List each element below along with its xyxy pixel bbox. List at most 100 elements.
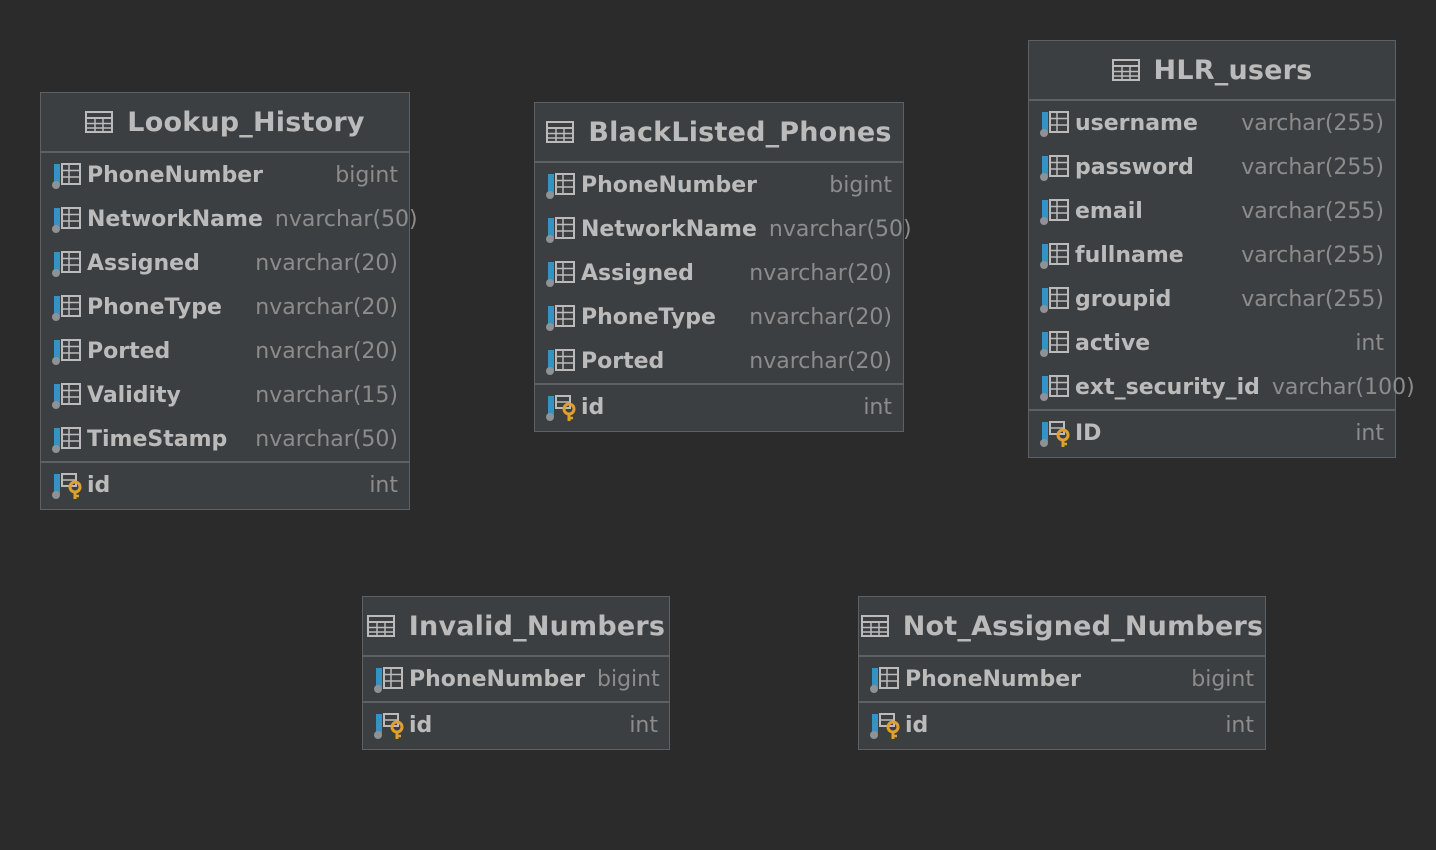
table-title: HLR_users bbox=[1153, 54, 1313, 86]
column-row[interactable]: email varchar(255) bbox=[1029, 189, 1395, 233]
column-icon bbox=[52, 163, 81, 189]
column-name: Ported bbox=[87, 338, 171, 364]
primary-key-row[interactable]: id int bbox=[41, 463, 409, 507]
column-list: PhoneNumber bigint bbox=[363, 657, 669, 701]
column-type: bigint bbox=[1191, 666, 1254, 692]
table-title: Invalid_Numbers bbox=[408, 610, 666, 642]
column-row[interactable]: PhoneNumber bigint bbox=[41, 153, 409, 197]
column-icon bbox=[546, 349, 575, 375]
column-name: Validity bbox=[87, 382, 181, 408]
column-type: int bbox=[629, 712, 658, 738]
table-icon bbox=[366, 615, 395, 637]
primary-key-row[interactable]: id int bbox=[535, 385, 903, 429]
column-name: NetworkName bbox=[87, 206, 263, 232]
table-header[interactable]: BlackListed_Phones bbox=[535, 103, 903, 163]
column-type: int bbox=[863, 394, 892, 420]
column-row[interactable]: Assigned nvarchar(20) bbox=[535, 251, 903, 295]
column-row[interactable]: Ported nvarchar(20) bbox=[41, 329, 409, 373]
column-type: nvarchar(20) bbox=[749, 260, 892, 286]
column-row[interactable]: username varchar(255) bbox=[1029, 101, 1395, 145]
column-icon bbox=[546, 305, 575, 331]
column-icon bbox=[546, 261, 575, 287]
primary-key-column-icon bbox=[870, 713, 900, 739]
table-hlr-users[interactable]: HLR_users username varchar(255) password… bbox=[1028, 40, 1415, 458]
table-title: Lookup_History bbox=[127, 106, 365, 138]
primary-key-row[interactable]: id int bbox=[859, 703, 1265, 747]
column-row[interactable]: Ported nvarchar(20) bbox=[535, 339, 903, 383]
column-name: id bbox=[905, 712, 929, 738]
column-type: int bbox=[1225, 712, 1254, 738]
column-row[interactable]: PhoneType nvarchar(20) bbox=[41, 285, 409, 329]
column-list: PhoneNumber bigint NetworkName nvarchar(… bbox=[535, 163, 912, 383]
column-type: int bbox=[369, 472, 398, 498]
column-icon bbox=[1040, 331, 1069, 357]
column-icon bbox=[1040, 243, 1069, 269]
table-header[interactable]: Not_Assigned_Numbers bbox=[859, 597, 1265, 657]
column-name: username bbox=[1075, 110, 1198, 136]
column-row[interactable]: ext_security_id varchar(100) bbox=[1029, 365, 1415, 409]
column-type: nvarchar(20) bbox=[255, 338, 398, 364]
column-icon bbox=[546, 217, 575, 243]
column-icon bbox=[52, 339, 81, 365]
column-icon bbox=[52, 427, 81, 453]
column-row[interactable]: groupid varchar(255) bbox=[1029, 277, 1395, 321]
column-row[interactable]: PhoneNumber bigint bbox=[535, 163, 903, 207]
column-row[interactable]: PhoneNumber bigint bbox=[363, 657, 669, 701]
column-type: nvarchar(15) bbox=[255, 382, 398, 408]
column-type: nvarchar(50) bbox=[768, 216, 912, 242]
column-row[interactable]: fullname varchar(255) bbox=[1029, 233, 1395, 277]
column-row[interactable]: NetworkName nvarchar(50) bbox=[41, 197, 418, 241]
column-type: int bbox=[1355, 420, 1384, 446]
column-type: varchar(255) bbox=[1241, 198, 1384, 224]
table-blacklisted-phones[interactable]: BlackListed_Phones PhoneNumber bigint Ne… bbox=[534, 102, 912, 432]
column-row[interactable]: PhoneNumber bigint bbox=[859, 657, 1265, 701]
primary-key-section: id int bbox=[535, 383, 903, 429]
column-name: Assigned bbox=[87, 250, 200, 276]
column-name: PhoneNumber bbox=[905, 666, 1081, 692]
column-name: NetworkName bbox=[581, 216, 757, 242]
table-icon bbox=[860, 615, 889, 637]
column-row[interactable]: NetworkName nvarchar(50) bbox=[535, 207, 912, 251]
column-name: id bbox=[409, 712, 433, 738]
column-name: email bbox=[1075, 198, 1143, 224]
column-row[interactable]: Assigned nvarchar(20) bbox=[41, 241, 409, 285]
primary-key-column-icon bbox=[1040, 421, 1070, 447]
column-list: username varchar(255) password varchar(2… bbox=[1029, 101, 1415, 409]
table-icon bbox=[1111, 59, 1140, 81]
primary-key-column-icon bbox=[52, 473, 82, 499]
column-list: PhoneNumber bigint NetworkName nvarchar(… bbox=[41, 153, 418, 461]
primary-key-section: id int bbox=[859, 701, 1265, 747]
column-type: nvarchar(50) bbox=[274, 206, 418, 232]
column-row[interactable]: Validity nvarchar(15) bbox=[41, 373, 409, 417]
table-header[interactable]: Lookup_History bbox=[41, 93, 409, 153]
column-type: varchar(255) bbox=[1241, 154, 1384, 180]
column-row[interactable]: password varchar(255) bbox=[1029, 145, 1395, 189]
column-name: PhoneNumber bbox=[87, 162, 263, 188]
column-name: id bbox=[581, 394, 605, 420]
table-title: Not_Assigned_Numbers bbox=[902, 610, 1264, 642]
column-type: varchar(255) bbox=[1241, 110, 1384, 136]
column-type: varchar(255) bbox=[1241, 242, 1384, 268]
column-name: Ported bbox=[581, 348, 665, 374]
column-name: password bbox=[1075, 154, 1194, 180]
column-type: bigint bbox=[829, 172, 892, 198]
column-row[interactable]: active int bbox=[1029, 321, 1395, 365]
column-type: nvarchar(20) bbox=[749, 348, 892, 374]
primary-key-column-icon bbox=[546, 395, 576, 421]
column-row[interactable]: TimeStamp nvarchar(50) bbox=[41, 417, 409, 461]
table-header[interactable]: Invalid_Numbers bbox=[363, 597, 669, 657]
column-name: TimeStamp bbox=[87, 426, 228, 452]
column-name: PhoneType bbox=[87, 294, 222, 320]
primary-key-row[interactable]: id int bbox=[363, 703, 669, 747]
primary-key-section: id int bbox=[363, 701, 669, 747]
table-not-assigned-numbers[interactable]: Not_Assigned_Numbers PhoneNumber bigint … bbox=[858, 596, 1266, 750]
table-lookup-history[interactable]: Lookup_History PhoneNumber bigint Networ… bbox=[40, 92, 418, 510]
primary-key-row[interactable]: ID int bbox=[1029, 411, 1395, 455]
column-name: id bbox=[87, 472, 111, 498]
column-row[interactable]: PhoneType nvarchar(20) bbox=[535, 295, 903, 339]
table-invalid-numbers[interactable]: Invalid_Numbers PhoneNumber bigint id in… bbox=[362, 596, 670, 750]
table-header[interactable]: HLR_users bbox=[1029, 41, 1395, 101]
column-name: Assigned bbox=[581, 260, 694, 286]
primary-key-section: ID int bbox=[1029, 409, 1395, 455]
column-icon bbox=[52, 295, 81, 321]
